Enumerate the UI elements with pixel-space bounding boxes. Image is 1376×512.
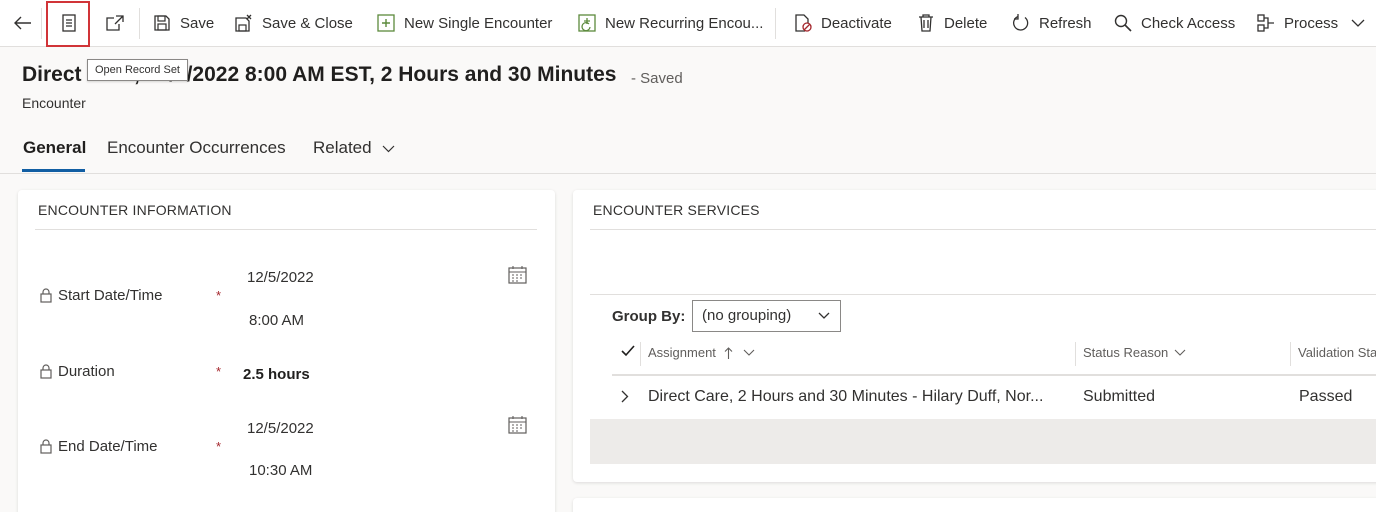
refresh-button[interactable]: Refresh (1011, 0, 1092, 47)
deactivate-label: Deactivate (821, 14, 892, 32)
start-date-field[interactable]: 12/5/2022 (247, 269, 314, 286)
checkmark-icon (621, 345, 635, 357)
new-single-encounter-button[interactable]: New Single Encounter (376, 0, 552, 47)
delete-button[interactable]: Delete (916, 0, 987, 47)
duration-field[interactable]: 2.5 hours (243, 366, 310, 383)
divider (139, 8, 140, 39)
chevron-down-icon (818, 312, 830, 319)
chevron-down-icon (382, 145, 395, 152)
deactivate-icon (793, 13, 813, 33)
refresh-icon (1011, 13, 1031, 33)
required-indicator: * (216, 364, 222, 379)
tab-general[interactable]: General (23, 138, 86, 158)
next-section-card (573, 498, 1376, 512)
tab-related[interactable]: Related (313, 138, 395, 158)
chevron-down-icon (1174, 349, 1186, 356)
magnifier-icon (1113, 13, 1133, 33)
divider (590, 229, 1376, 230)
sort-ascending-icon (724, 346, 733, 359)
save-close-button[interactable]: Save & Close (234, 0, 353, 47)
divider (612, 374, 1376, 376)
new-single-encounter-label: New Single Encounter (404, 14, 553, 32)
grid-footer (590, 419, 1376, 464)
column-header-assignment[interactable]: Assignment (648, 345, 755, 360)
trash-icon (916, 13, 936, 33)
tooltip: Open Record Set (87, 59, 188, 81)
recurring-add-icon (577, 13, 597, 33)
start-time-field[interactable]: 8:00 AM (249, 312, 304, 329)
group-by-select[interactable]: (no grouping) (692, 300, 841, 332)
new-recurring-encounter-label: New Recurring Encou... (605, 14, 764, 32)
save-close-label: Save & Close (262, 14, 353, 32)
new-recurring-encounter-button[interactable]: New Recurring Encou... (577, 0, 763, 47)
tab-related-label: Related (313, 138, 372, 157)
select-all-checkbox[interactable] (621, 345, 635, 357)
section-title: ENCOUNTER INFORMATION (38, 202, 232, 218)
refresh-label: Refresh (1039, 14, 1092, 32)
active-tab-indicator (22, 169, 85, 172)
section-title: ENCOUNTER SERVICES (593, 202, 760, 218)
duration-label-text: Duration (58, 363, 115, 380)
status-reason-cell: Submitted (1083, 388, 1156, 405)
group-by-label: Group By: (612, 308, 686, 325)
end-datetime-label-text: End Date/Time (58, 438, 158, 455)
divider (35, 229, 537, 230)
chevron-down-icon (743, 349, 755, 356)
check-access-label: Check Access (1141, 14, 1236, 32)
check-access-button[interactable]: Check Access (1113, 0, 1235, 47)
save-button[interactable]: Save (152, 0, 214, 47)
divider (640, 342, 641, 366)
save-close-icon (234, 13, 254, 33)
divider (0, 173, 1376, 174)
divider (590, 294, 1376, 295)
process-label: Process (1284, 14, 1339, 32)
validation-status-cell: Passed (1299, 388, 1353, 405)
back-button[interactable] (13, 0, 41, 47)
lock-icon (40, 288, 52, 303)
save-status: - Saved (631, 70, 683, 87)
start-datetime-label: Start Date/Time (40, 287, 162, 304)
open-new-window-button[interactable] (105, 0, 133, 47)
save-icon (152, 13, 172, 33)
lock-icon (40, 439, 52, 454)
start-datetime-label-text: Start Date/Time (58, 287, 163, 304)
end-date-field[interactable]: 12/5/2022 (247, 420, 314, 437)
calendar-icon[interactable] (508, 266, 527, 289)
column-header-validation-status[interactable]: Validation Sta (1298, 345, 1376, 360)
tab-encounter-occurrences[interactable]: Encounter Occurrences (107, 138, 286, 158)
group-by-value: (no grouping) (702, 307, 792, 324)
back-arrow-icon (13, 13, 33, 33)
more-commands-button[interactable] (1348, 0, 1376, 47)
entity-name: Encounter (22, 95, 86, 111)
process-button[interactable]: Process (1256, 0, 1338, 47)
divider (775, 8, 776, 39)
expand-row-button[interactable] (621, 390, 629, 408)
save-label: Save (180, 14, 215, 32)
calendar-icon[interactable] (508, 416, 527, 439)
required-indicator: * (216, 288, 222, 303)
command-bar: Save Save & Close New Single Encounter N… (0, 0, 1376, 47)
delete-label: Delete (944, 14, 988, 32)
process-flow-icon (1256, 13, 1276, 33)
end-datetime-label: End Date/Time (40, 438, 158, 455)
chevron-right-icon (621, 390, 629, 403)
chevron-down-icon (1348, 13, 1368, 33)
add-document-icon (376, 13, 396, 33)
end-time-field[interactable]: 10:30 AM (249, 462, 312, 479)
duration-label: Duration (40, 363, 115, 380)
lock-icon (40, 364, 52, 379)
column-header-validation-label: Validation Sta (1298, 345, 1376, 360)
highlight-box (46, 1, 90, 47)
assignment-link[interactable]: Direct Care, 2 Hours and 30 Minutes - Hi… (648, 388, 1043, 406)
column-header-status-reason[interactable]: Status Reason (1083, 345, 1186, 360)
pop-out-icon (105, 13, 125, 33)
deactivate-button[interactable]: Deactivate (793, 0, 892, 47)
divider (1290, 342, 1291, 366)
divider (1075, 342, 1076, 366)
required-indicator: * (216, 439, 222, 454)
column-header-assignment-label: Assignment (648, 345, 716, 360)
column-header-status-reason-label: Status Reason (1083, 345, 1169, 360)
divider (41, 8, 42, 39)
